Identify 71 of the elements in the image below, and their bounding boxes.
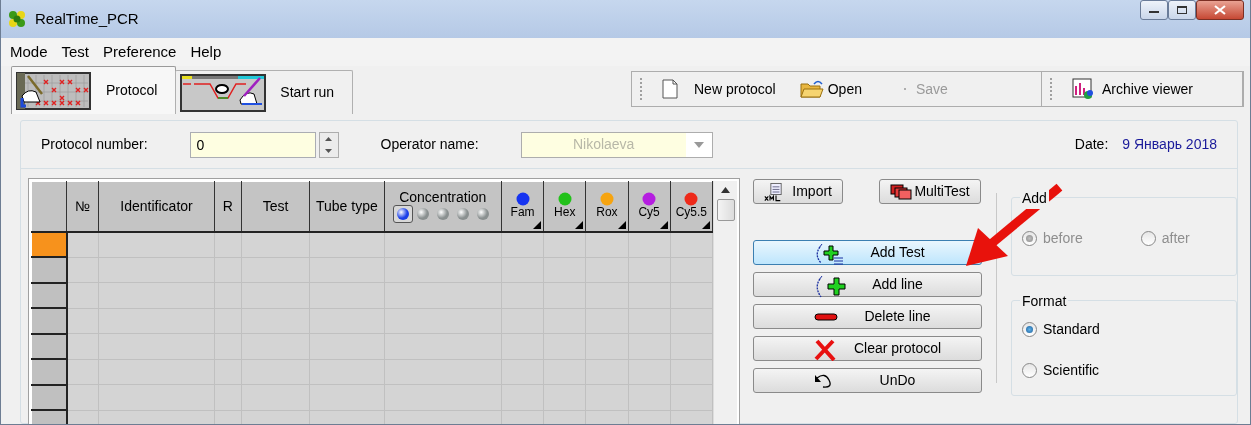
undo-icon [814,374,832,388]
cross-icon [814,339,836,361]
toolbar-button[interactable]: New protocol [662,78,776,100]
spinner[interactable] [318,131,339,158]
column-header[interactable]: № [66,181,99,232]
menu-item[interactable]: Preference [96,40,184,64]
action-button[interactable]: Delete line [753,304,982,329]
close-button[interactable] [1196,0,1244,20]
menu-item[interactable]: Mode [3,40,55,64]
date-value: 9 Январь 2018 [1122,135,1217,154]
radio-circle[interactable] [1022,322,1037,337]
chart-hand-icon [180,73,267,112]
maximize-icon [1177,6,1187,14]
maximize-button[interactable] [1168,0,1196,20]
corner-triangle-icon [617,220,626,229]
row-header[interactable] [31,282,67,309]
action-button[interactable]: Add line [753,272,982,297]
up-arrow-icon [325,136,333,141]
action-button[interactable]: UnDo [753,368,982,393]
column-header[interactable]: Test [241,181,310,232]
side-button[interactable]: Import [753,179,843,204]
field-label: Operator name: [380,135,479,154]
minus-icon [814,313,838,321]
column-header[interactable]: Tube type [309,181,384,232]
menu-item[interactable]: Test [54,40,97,64]
toolbar-button[interactable]: Open [775,78,902,100]
radio-button[interactable]: Standard [1022,319,1226,340]
column-header[interactable]: R [214,181,242,232]
group-title: Add [1020,188,1049,209]
concentration-option[interactable] [392,205,413,224]
dot-icon [901,86,908,92]
row-header[interactable] [31,384,67,411]
corner-triangle-icon [533,220,542,229]
add-icon [814,275,848,299]
grid-hand-icon [16,71,92,110]
corner-triangle-icon [702,220,710,229]
tab[interactable]: Start run [175,70,354,114]
window-title: RealTime_PCR [35,8,139,29]
radio-button[interactable]: Scientific [1022,360,1226,381]
chart-icon [1072,78,1094,100]
corner-triangle-icon [659,220,668,229]
column-header[interactable]: Identificator [98,181,215,232]
radio-circle[interactable] [1022,363,1037,378]
scrollbar-thumb[interactable] [716,199,735,221]
page-icon [662,79,678,99]
scroll-up-icon [721,187,730,193]
action-button[interactable]: Add Test [753,240,982,265]
down-arrow-icon [325,148,333,153]
table-cell[interactable] [98,231,215,258]
menu-item[interactable]: Help [183,40,229,64]
minimize-button[interactable] [1140,0,1168,20]
app-logo-icon [7,9,27,29]
add-list-icon [814,243,844,265]
toolbar-button[interactable]: Archive viewer [1072,78,1212,100]
table-cell[interactable] [384,231,502,258]
close-icon [1214,5,1226,15]
stacked-cards-icon [890,183,913,200]
dropdown-arrow-icon [693,141,704,148]
row-header[interactable] [31,359,67,385]
field-label: Protocol number: [41,135,148,154]
protocol-number-field[interactable]: 0 [189,131,316,158]
row-header[interactable] [31,231,67,258]
row-header[interactable] [31,333,67,360]
field-label: Date: [1074,135,1109,154]
corner-triangle-icon [575,220,584,229]
action-button[interactable]: Clear protocol [753,336,982,361]
tab[interactable]: Protocol [11,66,177,114]
row-header[interactable] [31,257,67,283]
side-button[interactable]: MultiTest [879,179,981,204]
row-header[interactable] [31,308,67,334]
folder-icon [799,79,824,99]
